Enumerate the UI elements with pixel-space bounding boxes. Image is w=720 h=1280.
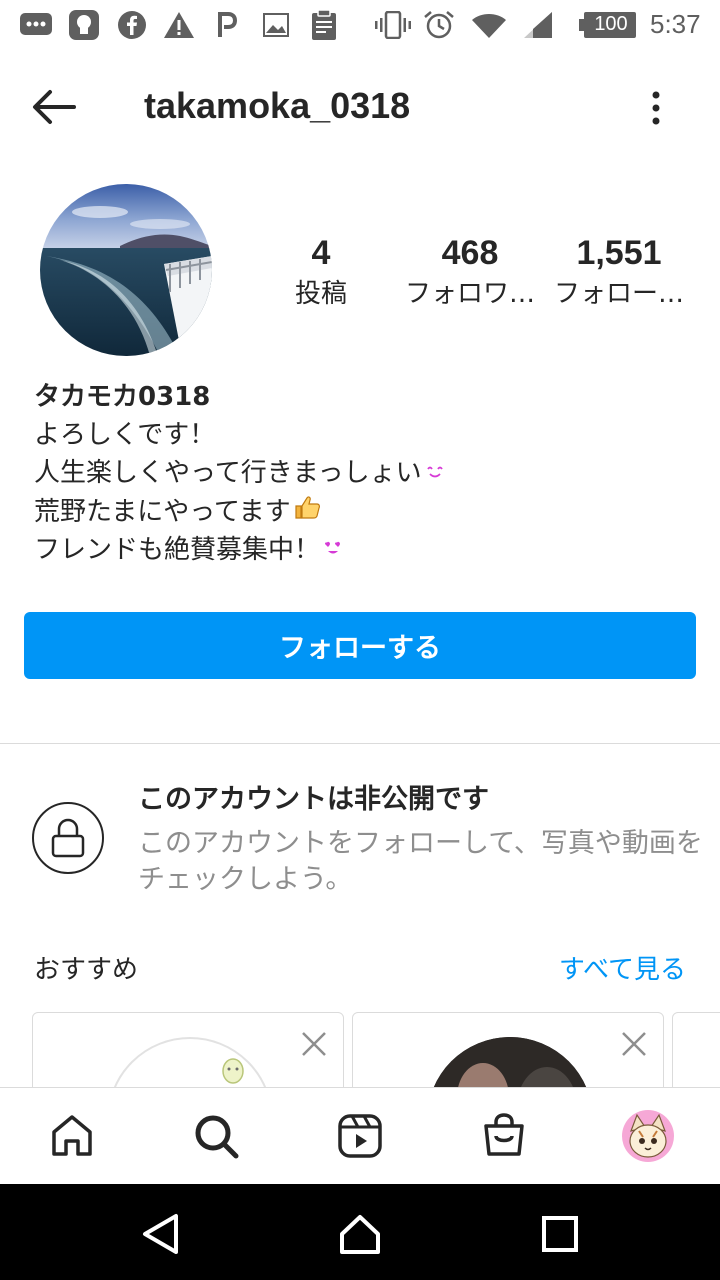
bio-text: 荒野たまにやってます xyxy=(34,496,291,527)
status-bar: 100 5:37 xyxy=(0,0,720,50)
more-vertical-icon xyxy=(652,91,660,125)
profile-avatar xyxy=(622,1110,674,1162)
following-label: フォロー… xyxy=(553,279,684,309)
search-icon xyxy=(195,1115,239,1159)
clipboard-icon xyxy=(310,9,338,41)
posts-label: 投稿 xyxy=(294,279,347,309)
signal-icon xyxy=(522,9,554,41)
dismiss-suggestion-button[interactable] xyxy=(297,1027,331,1061)
bio-line: 荒野たまにやってます xyxy=(34,493,694,532)
section-divider xyxy=(0,743,720,744)
nav-recents-button[interactable] xyxy=(534,1208,586,1260)
arrow-left-icon xyxy=(33,90,76,124)
more-options-button[interactable] xyxy=(630,80,682,136)
dismiss-suggestion-button[interactable] xyxy=(617,1027,651,1061)
bio-text: フレンドも絶賛募集中！ xyxy=(34,535,321,565)
followers-stat[interactable]: 468 フォロワ… xyxy=(395,232,545,314)
alarm-icon xyxy=(422,9,456,41)
following-stat[interactable]: 1,551 フォロー… xyxy=(544,232,694,314)
back-triangle-icon xyxy=(143,1214,178,1254)
private-account-description: このアカウントをフォローして、写真や動画をチェックしよう。 xyxy=(138,828,703,895)
reels-icon xyxy=(338,1114,382,1158)
see-all-link[interactable]: すべて見る xyxy=(559,950,686,990)
profile-header: takamoka_0318 xyxy=(0,62,720,150)
thumbs-up-emoji-icon xyxy=(293,493,321,531)
bio-text: 人生楽しくやって行きまっしょい xyxy=(34,458,422,488)
profile-avatar[interactable] xyxy=(40,184,212,356)
posts-stat[interactable]: 4 投稿 xyxy=(246,232,396,314)
tab-shop[interactable] xyxy=(476,1108,532,1164)
warning-icon xyxy=(162,9,196,41)
close-icon xyxy=(302,1032,326,1056)
smiling-face-emoji-icon xyxy=(424,455,446,493)
vibrate-icon xyxy=(374,9,412,41)
nav-back-button[interactable] xyxy=(134,1208,186,1260)
bio-line: フレンドも絶賛募集中！ xyxy=(34,531,694,570)
tab-home[interactable] xyxy=(44,1108,100,1164)
nav-home-button[interactable] xyxy=(334,1208,386,1260)
close-icon xyxy=(622,1032,646,1056)
clock: 5:37 xyxy=(650,9,701,39)
system-navigation-bar xyxy=(0,1184,720,1280)
private-account-title: このアカウントは非公開です xyxy=(138,784,489,815)
lock-icon xyxy=(51,818,85,858)
wifi-icon xyxy=(470,9,508,41)
p-app-icon xyxy=(214,9,240,41)
private-account-badge xyxy=(32,802,104,874)
bottom-tab-bar xyxy=(0,1087,720,1184)
profile-bio: タカモカ0318 よろしくです！ 人生楽しくやって行きまっしょい 荒野たまにやっ… xyxy=(34,378,694,570)
shop-icon xyxy=(484,1113,524,1156)
notification-app-icon xyxy=(66,9,102,41)
tab-search[interactable] xyxy=(188,1108,244,1164)
tab-profile[interactable] xyxy=(620,1108,676,1164)
heart-eyes-emoji-icon xyxy=(322,532,344,570)
following-count: 1,551 xyxy=(576,234,662,272)
display-name: タカモカ0318 xyxy=(34,382,211,412)
message-icon xyxy=(18,9,54,41)
tab-reels[interactable] xyxy=(332,1108,388,1164)
bio-line: よろしくです！ xyxy=(34,420,216,450)
follow-button[interactable]: フォローする xyxy=(24,612,696,679)
posts-count: 4 xyxy=(311,234,331,272)
followers-count: 468 xyxy=(441,234,499,272)
facebook-icon xyxy=(116,9,148,41)
home-circle-icon xyxy=(340,1215,380,1254)
back-button[interactable] xyxy=(22,80,86,134)
recents-square-icon xyxy=(542,1216,578,1252)
followers-label: フォロワ… xyxy=(404,279,535,309)
battery-level: 100 xyxy=(594,13,628,35)
bio-line: 人生楽しくやって行きまっしょい xyxy=(34,454,694,493)
suggestions-title: おすすめ xyxy=(34,955,139,985)
home-icon xyxy=(52,1115,92,1156)
image-icon xyxy=(262,9,290,41)
page-title: takamoka_0318 xyxy=(144,85,411,126)
